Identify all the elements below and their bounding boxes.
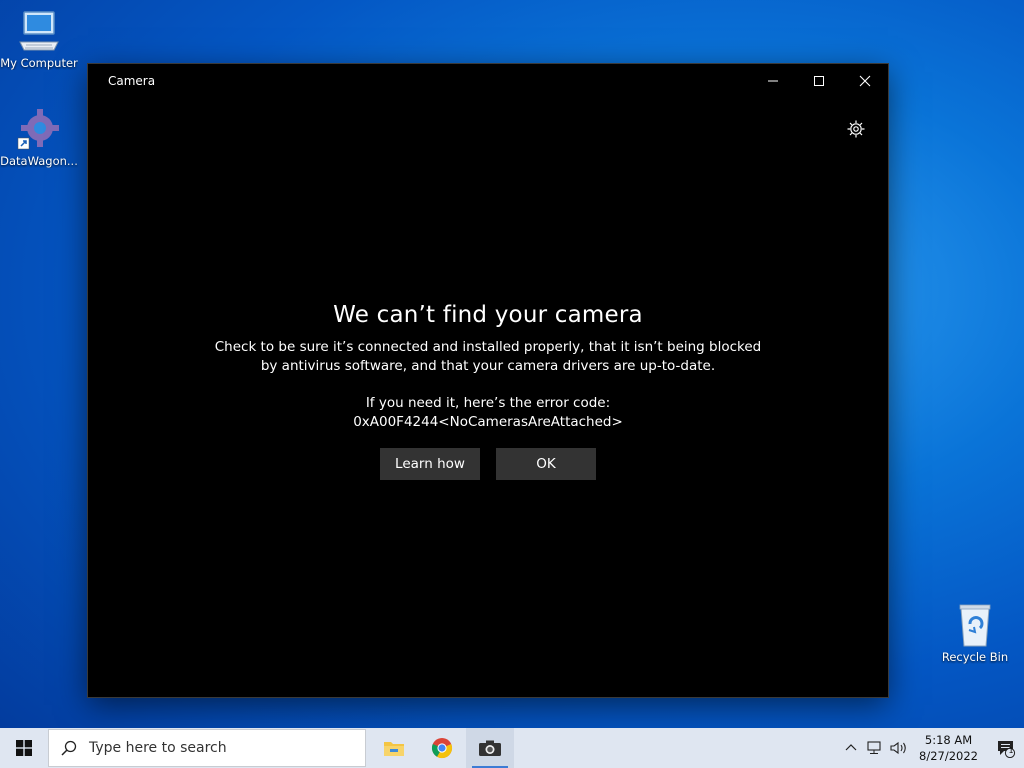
- error-heading: We can’t find your camera: [333, 302, 643, 328]
- title-bar[interactable]: Camera: [88, 64, 888, 98]
- speaker-icon: [890, 741, 906, 755]
- close-icon: [859, 75, 871, 87]
- error-message-line-2: by antivirus software, and that your cam…: [260, 358, 716, 374]
- learn-how-button[interactable]: Learn how: [380, 448, 480, 480]
- settings-button[interactable]: [846, 119, 866, 139]
- taskbar-file-explorer[interactable]: [370, 728, 418, 768]
- maximize-icon: [814, 76, 824, 86]
- network-icon: [867, 741, 881, 754]
- close-button[interactable]: [842, 64, 888, 98]
- desktop-icon-label: My Computer: [0, 56, 78, 70]
- clock[interactable]: 5:18 AM 8/27/2022: [911, 732, 988, 764]
- taskbar-camera[interactable]: [466, 728, 514, 768]
- error-code-intro: If you need it, here’s the error code:: [365, 395, 611, 411]
- desktop-icon-label: DataWagon...: [0, 154, 78, 168]
- window-title: Camera: [108, 74, 156, 88]
- taskbar-chrome[interactable]: [418, 728, 466, 768]
- error-code: 0xA00F4244<NoCamerasAreAttached>: [353, 414, 623, 430]
- notification-count: 1: [1008, 746, 1014, 755]
- windows-logo-icon: [16, 740, 32, 756]
- desktop-icon-label: Recycle Bin: [941, 650, 1009, 664]
- minimize-button[interactable]: [750, 64, 796, 98]
- chrome-icon: [431, 738, 453, 759]
- maximize-button[interactable]: [796, 64, 842, 98]
- file-explorer-icon: [384, 742, 404, 756]
- volume-button[interactable]: [887, 728, 911, 768]
- taskbar: Type here to search 5:18 AM 8/27/2022 1: [0, 728, 1024, 768]
- camera-icon: [479, 740, 501, 756]
- minimize-icon: [768, 80, 778, 82]
- error-content: We can’t find your camera Check to be su…: [88, 302, 888, 480]
- show-hidden-icons-button[interactable]: [839, 728, 863, 768]
- desktop-icon-datawagon[interactable]: DataWagon...: [0, 106, 78, 168]
- gear-icon: [847, 120, 865, 138]
- search-placeholder: Type here to search: [89, 740, 227, 756]
- desktop-icon-my-computer[interactable]: My Computer: [0, 8, 78, 70]
- search-icon: [61, 740, 77, 756]
- chevron-up-icon: [845, 744, 857, 751]
- clock-time: 5:18 AM: [924, 733, 973, 747]
- clock-date: 8/27/2022: [919, 749, 978, 763]
- system-tray: 5:18 AM 8/27/2022 1: [839, 728, 1024, 768]
- network-button[interactable]: [863, 728, 887, 768]
- desktop-icon-recycle-bin[interactable]: Recycle Bin: [936, 602, 1014, 664]
- recycle-bin-icon: [952, 602, 998, 648]
- error-message-line-1: Check to be sure it’s connected and inst…: [214, 339, 762, 355]
- camera-window: Camera We can’t find your camera Check t…: [88, 64, 888, 697]
- action-center-button[interactable]: 1: [988, 728, 1024, 768]
- start-button[interactable]: [0, 728, 48, 768]
- ok-button[interactable]: OK: [496, 448, 596, 480]
- computer-icon: [16, 8, 62, 54]
- taskbar-search-box[interactable]: Type here to search: [48, 729, 366, 767]
- datawagon-gear-icon: [16, 106, 62, 152]
